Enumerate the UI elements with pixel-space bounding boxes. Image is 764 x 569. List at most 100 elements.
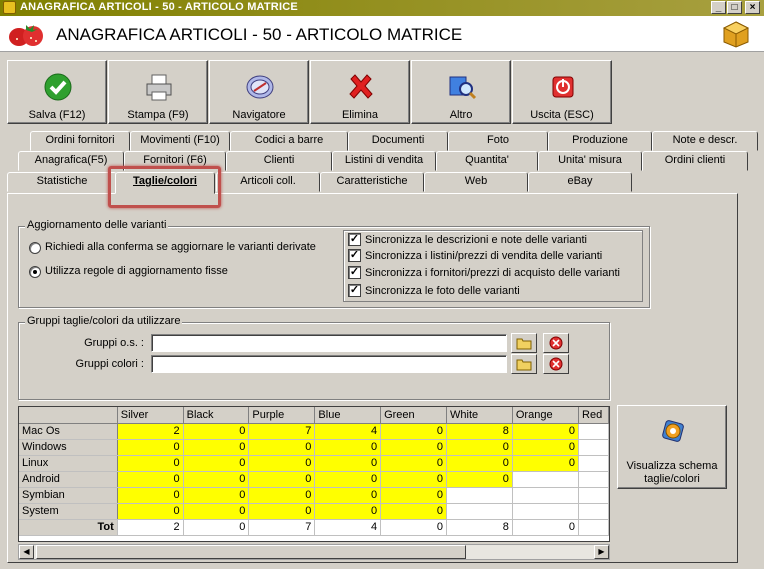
table-row: Linux 0 0 0 0 0 0 0 (19, 455, 609, 472)
grid-cell[interactable]: 0 (380, 503, 448, 520)
checkbox-sync-price-lists[interactable]: ✓ (348, 249, 361, 262)
grid-horizontal-scrollbar[interactable]: ◀ ▶ (18, 544, 610, 560)
tab-note-e-descr[interactable]: Note e descr. (652, 131, 758, 151)
row-header[interactable]: Android (19, 471, 118, 488)
grid-cell[interactable]: 0 (446, 439, 513, 456)
grid-cell[interactable]: 0 (446, 471, 513, 488)
save-button[interactable]: Salva (F12) (7, 60, 107, 124)
tab-ordini-clienti[interactable]: Ordini clienti (642, 151, 748, 171)
grid-cell[interactable]: 0 (380, 439, 448, 456)
row-header[interactable]: Symbian (19, 487, 118, 504)
exit-button[interactable]: Uscita (ESC) (512, 60, 612, 124)
grid-cell[interactable]: 0 (380, 487, 448, 504)
grid-cell[interactable]: 0 (117, 471, 184, 488)
row-header[interactable]: Linux (19, 455, 118, 472)
grid-cell[interactable]: 0 (512, 423, 580, 440)
scroll-right-icon[interactable]: ▶ (594, 545, 609, 559)
grid-cell[interactable]: 0 (117, 439, 184, 456)
grid-cell[interactable]: 0 (117, 503, 184, 520)
tab-statistiche[interactable]: Statistiche (7, 172, 117, 192)
tab-unita-misura[interactable]: Unita' misura (538, 151, 642, 171)
column-header[interactable]: White (446, 407, 513, 424)
color-groups-clear-button[interactable] (543, 354, 569, 374)
grid-cell[interactable]: 0 (446, 455, 513, 472)
column-header[interactable]: Red (578, 407, 609, 424)
tab-documenti[interactable]: Documenti (348, 131, 448, 151)
os-groups-clear-button[interactable] (543, 333, 569, 353)
grid-cell[interactable]: 4 (314, 423, 382, 440)
checkbox-sync-suppliers[interactable]: ✓ (348, 266, 361, 279)
close-button[interactable]: × (745, 1, 760, 14)
scroll-left-icon[interactable]: ◀ (19, 545, 34, 559)
radio-ask-update[interactable] (29, 242, 41, 254)
column-header[interactable]: Silver (117, 407, 184, 424)
grid-cell[interactable]: 0 (117, 487, 184, 504)
grid-cell[interactable]: 0 (314, 455, 382, 472)
tab-caratteristiche[interactable]: Caratteristiche (320, 172, 424, 192)
column-header[interactable]: Purple (248, 407, 316, 424)
maximize-button[interactable]: □ (727, 1, 742, 14)
radio-fixed-rules[interactable] (29, 266, 41, 278)
size-color-grid[interactable]: Silver Black Purple Blue Green White Ora… (18, 406, 610, 542)
grid-cell[interactable]: 0 (380, 455, 448, 472)
grid-cell[interactable]: 0 (183, 455, 250, 472)
clear-icon (549, 357, 563, 371)
os-groups-browse-button[interactable] (511, 333, 537, 353)
tab-produzione[interactable]: Produzione (548, 131, 652, 151)
tab-ebay[interactable]: eBay (528, 172, 632, 192)
tab-label: Listini di vendita (344, 154, 424, 166)
os-groups-field[interactable] (151, 334, 507, 352)
delete-button[interactable]: Elimina (310, 60, 410, 124)
grid-cell[interactable]: 0 (512, 439, 580, 456)
print-button[interactable]: Stampa (F9) (108, 60, 208, 124)
checkbox-sync-photos[interactable]: ✓ (348, 284, 361, 297)
column-header[interactable]: Blue (314, 407, 382, 424)
tab-foto[interactable]: Foto (448, 131, 548, 151)
grid-cell[interactable]: 0 (183, 423, 250, 440)
checkbox-sync-descriptions[interactable]: ✓ (348, 233, 361, 246)
column-header[interactable]: Green (380, 407, 448, 424)
grid-cell[interactable]: 0 (183, 471, 250, 488)
tab-movimenti[interactable]: Movimenti (F10) (130, 131, 230, 151)
tab-quantita[interactable]: Quantita' (436, 151, 538, 171)
grid-cell[interactable]: 0 (314, 503, 382, 520)
grid-cell[interactable]: 0 (380, 471, 448, 488)
grid-cell[interactable]: 0 (314, 471, 382, 488)
color-groups-field[interactable] (151, 355, 507, 373)
grid-cell[interactable]: 0 (314, 487, 382, 504)
grid-cell[interactable]: 0 (380, 423, 448, 440)
grid-cell[interactable]: 8 (446, 423, 513, 440)
sync-price-lists-label: Sincronizza i listini/prezzi di vendita … (365, 250, 603, 262)
grid-cell[interactable]: 0 (248, 455, 316, 472)
grid-cell[interactable]: 0 (314, 439, 382, 456)
grid-cell[interactable]: 0 (183, 439, 250, 456)
grid-cell[interactable]: 0 (248, 439, 316, 456)
grid-cell[interactable]: 7 (248, 423, 316, 440)
view-size-color-schema-button[interactable]: Visualizza schema taglie/colori (617, 405, 727, 489)
grid-cell[interactable]: 2 (117, 423, 184, 440)
tab-web[interactable]: Web (424, 172, 528, 192)
row-header[interactable]: System (19, 503, 118, 520)
grid-cell[interactable]: 0 (248, 471, 316, 488)
color-groups-browse-button[interactable] (511, 354, 537, 374)
scroll-thumb[interactable] (36, 545, 466, 559)
save-label: Salva (F12) (28, 109, 86, 121)
column-header[interactable]: Black (183, 407, 250, 424)
grid-cell[interactable]: 0 (248, 487, 316, 504)
grid-cell[interactable]: 0 (117, 455, 184, 472)
tab-articoli-coll[interactable]: Articoli coll. (216, 172, 320, 192)
tab-codici-a-barre[interactable]: Codici a barre (230, 131, 348, 151)
grid-cell[interactable]: 0 (512, 455, 580, 472)
minimize-button[interactable]: _ (711, 1, 726, 14)
more-button[interactable]: Altro (411, 60, 511, 124)
tab-ordini-fornitori[interactable]: Ordini fornitori (30, 131, 130, 151)
column-header[interactable]: Orange (512, 407, 580, 424)
tab-listini-di-vendita[interactable]: Listini di vendita (332, 151, 436, 171)
row-header[interactable]: Windows (19, 439, 118, 456)
navigator-button[interactable]: Navigatore (209, 60, 309, 124)
grid-cell[interactable]: 0 (183, 503, 250, 520)
grid-cell[interactable]: 0 (183, 487, 250, 504)
row-header[interactable]: Mac Os (19, 423, 118, 440)
grid-cell[interactable]: 0 (248, 503, 316, 520)
tab-clienti[interactable]: Clienti (226, 151, 332, 171)
